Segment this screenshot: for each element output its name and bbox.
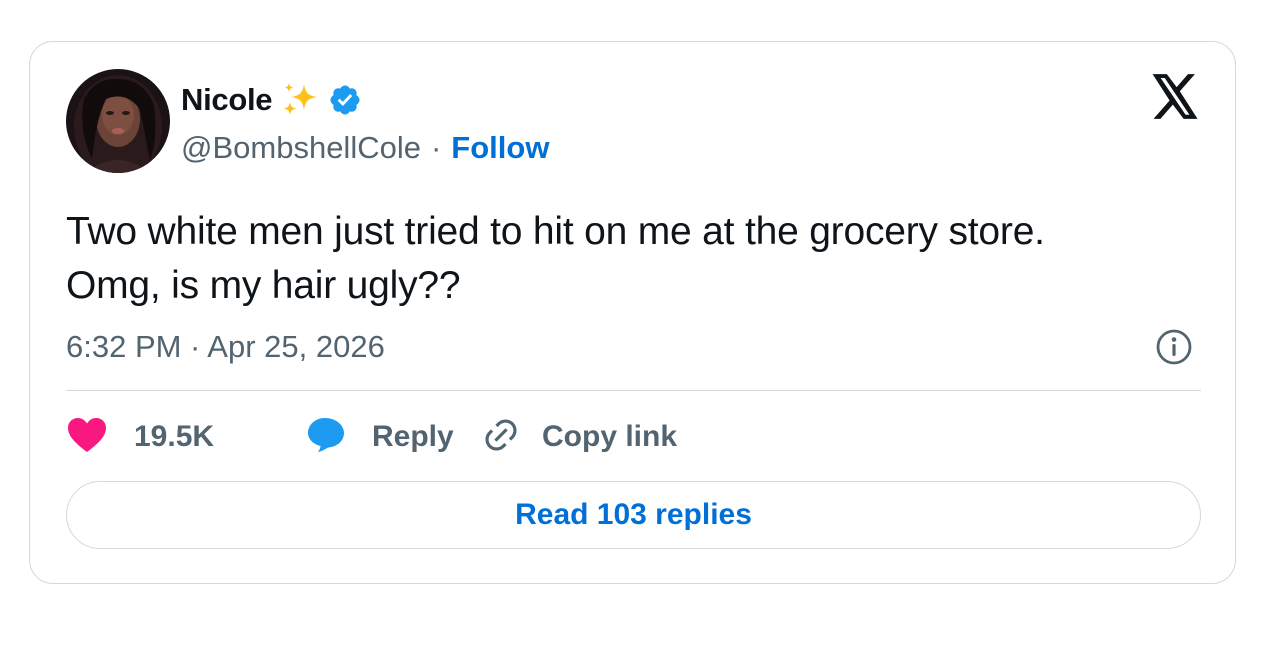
author-display-name[interactable]: Nicole	[181, 82, 273, 118]
follow-link[interactable]: Follow	[451, 130, 549, 166]
like-button[interactable]: 19.5K	[66, 416, 306, 459]
verified-badge-icon	[328, 83, 362, 117]
info-icon[interactable]	[1155, 328, 1193, 366]
link-icon	[482, 416, 520, 459]
likes-count: 19.5K	[134, 420, 215, 453]
action-bar: 19.5K Reply Copy link	[66, 414, 677, 460]
author-name-row: Nicole	[181, 80, 362, 120]
author-handle-row: @BombshellCole · Follow	[181, 128, 549, 168]
reply-label: Reply	[372, 420, 454, 453]
author-handle[interactable]: @BombshellCole	[181, 130, 421, 166]
reply-bubble-icon	[306, 416, 348, 459]
divider	[66, 390, 1201, 391]
copy-link-button[interactable]: Copy link	[482, 416, 677, 459]
x-logo-icon[interactable]	[1150, 74, 1200, 120]
sparkles-icon	[282, 82, 320, 118]
read-replies-button[interactable]: Read 103 replies	[66, 481, 1201, 549]
separator-dot: ·	[430, 130, 442, 165]
copy-link-label: Copy link	[542, 420, 678, 453]
tweet-text: Two white men just tried to hit on me at…	[66, 210, 1045, 307]
tweet-timestamp[interactable]: 6:32 PM · Apr 25, 2026	[66, 327, 385, 367]
reply-button[interactable]: Reply	[306, 416, 482, 459]
tweet-card: Nicole @BombshellCole · Follow Two white…	[29, 41, 1236, 584]
avatar[interactable]	[66, 69, 170, 173]
heart-icon	[66, 416, 108, 459]
